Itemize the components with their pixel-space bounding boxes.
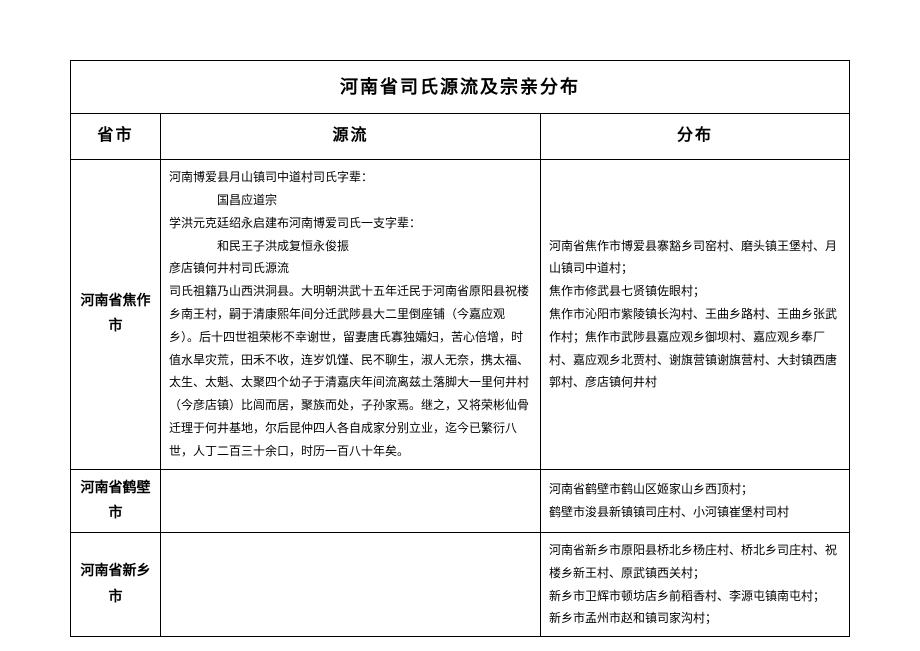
distribution-cell: 河南省新乡市原阳县桥北乡杨庄村、桥北乡司庄村、祝楼乡新王村、原武镇西关村； 新乡… xyxy=(541,532,850,636)
dist-line: 焦作市修武县七贤镇佐眼村； xyxy=(549,280,841,303)
dist-line: 鹤壁市浚县新镇镇司庄村、小河镇崔堡村司村 xyxy=(549,501,841,524)
header-origin: 源流 xyxy=(161,114,541,160)
dist-line: 河南省新乡市原阳县桥北乡杨庄村、桥北乡司庄村、祝楼乡新王村、原武镇西关村； xyxy=(549,539,841,585)
origin-line: 河南博爱县月山镇司中道村司氏字辈： xyxy=(169,166,532,189)
origin-cell xyxy=(161,532,541,636)
table-row: 河南省鹤壁市 河南省鹤壁市鹤山区姬家山乡西顶村； 鹤壁市浚县新镇镇司庄村、小河镇… xyxy=(71,469,850,532)
province-cell: 河南省焦作市 xyxy=(71,160,161,469)
province-cell: 河南省鹤壁市 xyxy=(71,469,161,532)
dist-line: 河南省焦作市博爱县寨豁乡司窑村、磨头镇王堡村、月山镇司中道村； xyxy=(549,235,841,281)
page-title: 河南省司氏源流及宗亲分布 xyxy=(71,61,850,114)
dist-line: 新乡市孟州市赵和镇司家沟村； xyxy=(549,607,841,630)
province-cell: 河南省新乡市 xyxy=(71,532,161,636)
origin-line: 和民王子洪成复恒永俊振 xyxy=(169,235,532,258)
dist-line: 新乡市卫辉市顿坊店乡前稻香村、李源屯镇南屯村； xyxy=(549,585,841,608)
origin-line: 学洪元克廷绍永启建布河南博爱司氏一支字辈： xyxy=(169,212,532,235)
origin-line: 彦店镇何井村司氏源流 xyxy=(169,257,532,280)
genealogy-table: 河南省司氏源流及宗亲分布 省市 源流 分布 河南省焦作市 河南博爱县月山镇司中道… xyxy=(70,60,850,637)
distribution-cell: 河南省焦作市博爱县寨豁乡司窑村、磨头镇王堡村、月山镇司中道村； 焦作市修武县七贤… xyxy=(541,160,850,469)
origin-line: 司氏祖籍乃山西洪洞县。大明朝洪武十五年迁民于河南省原阳县祝楼乡南王村，嗣于清康熙… xyxy=(169,280,532,462)
header-distribution: 分布 xyxy=(541,114,850,160)
table-row: 河南省焦作市 河南博爱县月山镇司中道村司氏字辈： 国昌应道宗 学洪元克廷绍永启建… xyxy=(71,160,850,469)
origin-line: 国昌应道宗 xyxy=(169,189,532,212)
origin-cell: 河南博爱县月山镇司中道村司氏字辈： 国昌应道宗 学洪元克廷绍永启建布河南博爱司氏… xyxy=(161,160,541,469)
origin-cell xyxy=(161,469,541,532)
dist-line: 河南省鹤壁市鹤山区姬家山乡西顶村； xyxy=(549,478,841,501)
title-row: 河南省司氏源流及宗亲分布 xyxy=(71,61,850,114)
table-row: 河南省新乡市 河南省新乡市原阳县桥北乡杨庄村、桥北乡司庄村、祝楼乡新王村、原武镇… xyxy=(71,532,850,636)
dist-line: 焦作市沁阳市紫陵镇长沟村、王曲乡路村、王曲乡张武作村；焦作市武陟县嘉应观乡御坝村… xyxy=(549,303,841,394)
header-row: 省市 源流 分布 xyxy=(71,114,850,160)
header-province: 省市 xyxy=(71,114,161,160)
distribution-cell: 河南省鹤壁市鹤山区姬家山乡西顶村； 鹤壁市浚县新镇镇司庄村、小河镇崔堡村司村 xyxy=(541,469,850,532)
